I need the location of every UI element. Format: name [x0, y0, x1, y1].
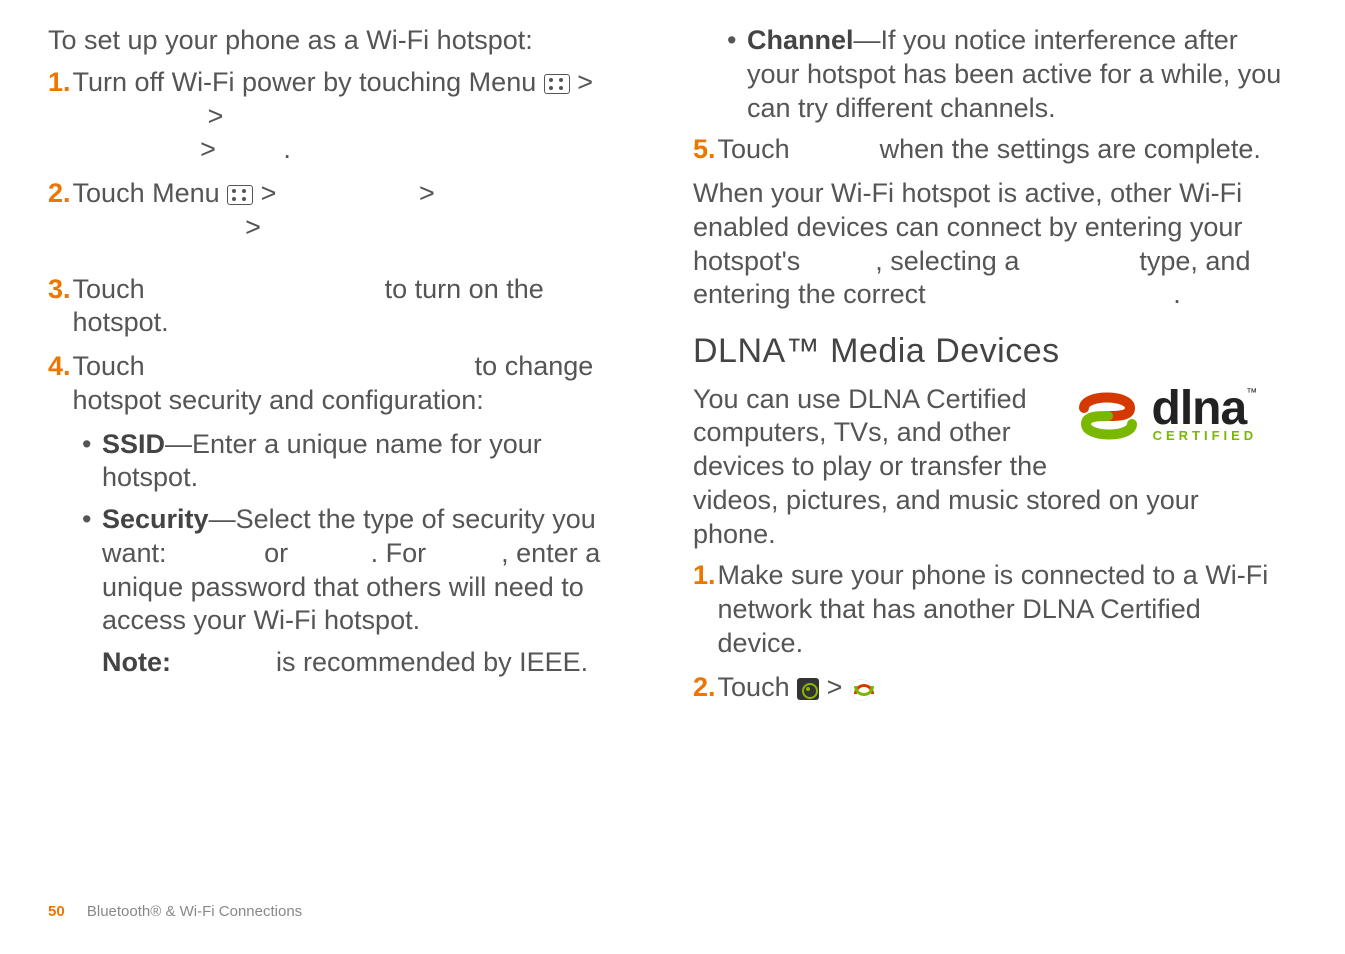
bullet-label: SSID [102, 429, 165, 459]
step-body: Touch to turn on the hotspot. [73, 273, 643, 341]
step-number: 2. [693, 671, 716, 705]
bullet-text: —Enter a unique name for your hotspot. [102, 429, 542, 493]
dlna-certified-label: CERTIFIED [1152, 428, 1258, 444]
step-text: Touch Menu [73, 178, 220, 208]
dlna-step-2: 2. Touch > [693, 671, 1288, 705]
step-number: 2. [48, 177, 71, 245]
page-number: 50 [48, 903, 65, 920]
dlna-step-1: 1. Make sure your phone is connected to … [693, 559, 1288, 660]
bullet-text-post: , enter a unique password that others wi… [102, 538, 600, 636]
step-post: when the settings are complete. [880, 134, 1261, 164]
chevron-icon: > [208, 100, 224, 134]
intro-text: To set up your phone as a Wi-Fi hotspot: [48, 24, 643, 58]
step-number: 3. [48, 273, 71, 341]
step-body: Turn off Wi-Fi power by touching Menu > … [73, 66, 643, 167]
bullet-security: • Security—Select the type of security y… [82, 503, 643, 638]
bullet-label: Security [102, 504, 209, 534]
menu-icon [227, 185, 253, 205]
bullet-body: Channel—If you notice interference after… [747, 24, 1288, 125]
step-2: 2. Touch Menu > > > [48, 177, 643, 245]
chevron-icon: > [419, 177, 435, 211]
step-5: 5. Touch when the settings are complete. [693, 133, 1288, 167]
step-4: 4. Touch to change hotspot security and … [48, 350, 643, 418]
chevron-icon: > [200, 133, 216, 167]
step-1: 1. Turn off Wi-Fi power by touching Menu… [48, 66, 643, 167]
note-label: Note: [102, 647, 171, 677]
footer-title: Bluetooth® & Wi-Fi Connections [87, 903, 302, 920]
step-pre: Touch [73, 351, 145, 381]
step-body: Touch > [718, 671, 1288, 705]
page-body: To set up your phone as a Wi-Fi hotspot:… [0, 0, 1345, 714]
step-number: 1. [693, 559, 716, 660]
step-post: to change hotspot security and configura… [73, 351, 594, 415]
step-number: 1. [48, 66, 71, 167]
note: Note: is recommended by IEEE. [102, 646, 643, 680]
period: . [283, 134, 291, 164]
section-heading-dlna: DLNA™ Media Devices [693, 330, 1288, 373]
dlna-logo-word: dlna [1152, 382, 1247, 435]
page-footer: 50 Bluetooth® & Wi-Fi Connections [48, 903, 302, 920]
step-number: 4. [48, 350, 71, 418]
menu-icon [544, 74, 570, 94]
dlna-swirl-icon [1078, 388, 1138, 444]
app-launcher-icon [797, 678, 819, 700]
step-pre: Touch [718, 134, 790, 164]
para-d: . [1173, 279, 1181, 309]
left-column: To set up your phone as a Wi-Fi hotspot:… [48, 24, 643, 714]
chevron-icon: > [577, 66, 593, 100]
chevron-icon: > [261, 177, 277, 211]
or-text: or [264, 538, 288, 568]
step-pre: Touch [73, 274, 145, 304]
bullet-dot: • [82, 428, 102, 496]
bullet-dot: • [82, 503, 102, 638]
step-number: 5. [693, 133, 716, 167]
para-b: , selecting a [875, 246, 1019, 276]
hotspot-active-paragraph: When your Wi-Fi hotspot is active, other… [693, 177, 1288, 312]
bullet-body: SSID—Enter a unique name for your hotspo… [102, 428, 643, 496]
right-column: • Channel—If you notice interference aft… [693, 24, 1288, 714]
bullet-channel: • Channel—If you notice interference aft… [727, 24, 1288, 125]
dlna-app-icon [850, 679, 872, 701]
step-text: Turn off Wi-Fi power by touching Menu [73, 67, 537, 97]
note-text: is recommended by IEEE. [276, 647, 588, 677]
step-3: 3. Touch to turn on the hotspot. [48, 273, 643, 341]
dlna-tm: ™ [1246, 387, 1257, 399]
bullet-ssid: • SSID—Enter a unique name for your hots… [82, 428, 643, 496]
dlna-logo-text: dlna™ CERTIFIED [1152, 387, 1258, 445]
chevron-icon: > [245, 211, 261, 245]
step-body: Make sure your phone is connected to a W… [718, 559, 1288, 660]
dlna-logo: dlna™ CERTIFIED [1078, 387, 1288, 445]
bullet-dot: • [727, 24, 747, 125]
for-text: . For [371, 538, 427, 568]
step-pre: Touch [718, 672, 790, 702]
step-body: Touch to change hotspot security and con… [73, 350, 643, 418]
chevron-icon: > [827, 671, 843, 705]
step-body: Touch Menu > > > [73, 177, 643, 245]
bullet-label: Channel [747, 25, 854, 55]
bullet-body: Security—Select the type of security you… [102, 503, 643, 638]
step-body: Touch when the settings are complete. [718, 133, 1288, 167]
